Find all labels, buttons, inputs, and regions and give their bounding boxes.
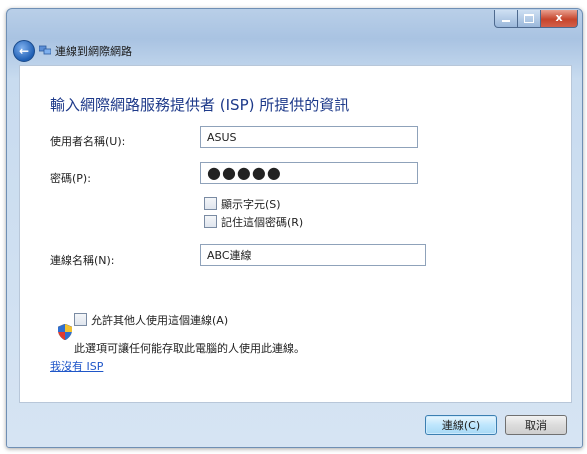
show-characters-label: 顯示字元(S)	[221, 198, 281, 211]
network-icon	[39, 45, 51, 55]
window-title: 連線到網際網路	[55, 45, 132, 58]
allow-others-label: 允許其他人使用這個連線(A)	[91, 314, 229, 327]
back-button[interactable]: ←	[13, 40, 35, 62]
cancel-button[interactable]: 取消	[505, 415, 567, 435]
password-label: 密碼(P):	[50, 172, 91, 185]
navigation-bar: ← 連線到網際網路	[7, 37, 582, 65]
security-shield-icon	[58, 324, 72, 340]
content-panel: 輸入網際網路服務提供者 (ISP) 所提供的資訊 使用者名稱(U): ASUS …	[19, 65, 572, 403]
remember-password-label: 記住這個密碼(R)	[221, 216, 304, 229]
minimize-button[interactable]	[494, 10, 518, 28]
page-heading: 輸入網際網路服務提供者 (ISP) 所提供的資訊	[50, 96, 350, 114]
no-isp-link[interactable]: 我沒有 ISP	[50, 358, 103, 374]
connection-name-label: 連線名稱(N):	[50, 254, 115, 267]
allow-others-checkbox[interactable]	[74, 313, 87, 326]
title-bar: x	[7, 9, 582, 37]
dialog-window: x ← 連線到網際網路 輸入網際網路服務提供者 (ISP) 所提供的資訊 使用者…	[6, 8, 583, 448]
sharing-note: 此選項可讓任何能存取此電腦的人使用此連線。	[74, 342, 305, 355]
dialog-footer: 連線(C) 取消	[7, 403, 582, 447]
connection-name-input[interactable]: ABC連線	[200, 244, 426, 266]
password-input[interactable]: ●●●●●	[200, 162, 418, 184]
username-label: 使用者名稱(U):	[50, 135, 126, 148]
username-input[interactable]: ASUS	[200, 126, 418, 148]
remember-password-checkbox[interactable]	[204, 215, 217, 228]
connect-button[interactable]: 連線(C)	[425, 415, 497, 435]
show-characters-checkbox[interactable]	[204, 197, 217, 210]
maximize-button[interactable]	[517, 10, 541, 28]
close-button[interactable]: x	[540, 10, 578, 28]
